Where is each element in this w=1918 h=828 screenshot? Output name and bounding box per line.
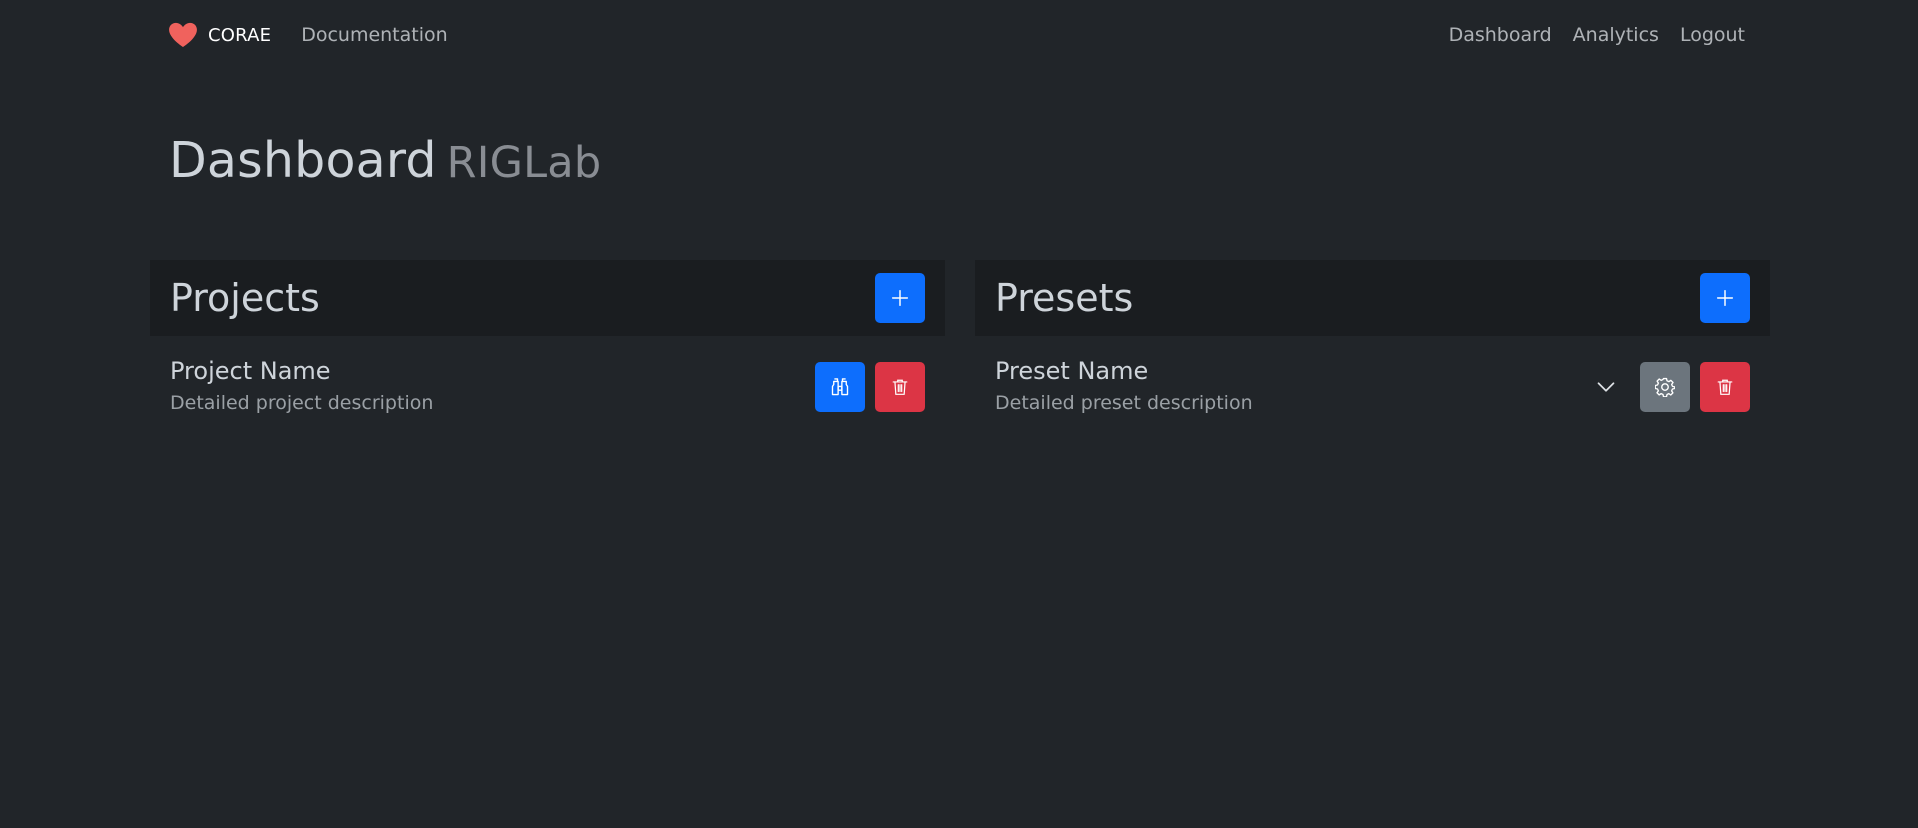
nav-link-analytics[interactable]: Analytics [1573,24,1659,46]
project-item-text: Project Name Detailed project descriptio… [170,356,433,418]
page-title: Dashboard RIGLab [169,132,1770,212]
nav-link-documentation[interactable]: Documentation [301,24,447,46]
presets-header: Presets [975,260,1770,336]
presets-panel: Presets Preset Name Detailed preset desc… [975,260,1770,418]
gear-icon [1655,377,1675,397]
panels: Projects Project Name Detailed project d… [150,260,1770,418]
project-actions [815,362,925,412]
heart-icon [169,22,197,48]
delete-project-button[interactable] [875,362,925,412]
page-title-text: Dashboard [169,132,437,189]
projects-title: Projects [170,276,320,320]
view-project-button[interactable] [815,362,865,412]
plus-icon [891,289,909,307]
nav-link-dashboard[interactable]: Dashboard [1449,24,1552,46]
brand-link[interactable]: CORAE [168,22,271,48]
project-list-item: Project Name Detailed project descriptio… [150,336,945,418]
trash-icon [892,379,908,395]
plus-icon [1716,289,1734,307]
preset-settings-button[interactable] [1640,362,1690,412]
app-container: CORAE Documentation Dashboard Analytics … [150,0,1770,418]
preset-item-text: Preset Name Detailed preset description [995,356,1253,418]
page-subtitle: RIGLab [446,138,602,188]
add-preset-button[interactable] [1700,273,1750,323]
nav-left: CORAE Documentation [150,22,448,48]
delete-preset-button[interactable] [1700,362,1750,412]
preset-list-item: Preset Name Detailed preset description [975,336,1770,418]
binoculars-icon [831,378,849,396]
projects-panel: Projects Project Name Detailed project d… [150,260,945,418]
presets-title: Presets [995,276,1134,320]
add-project-button[interactable] [875,273,925,323]
brand-name: CORAE [208,24,272,46]
chevron-down-icon[interactable] [1596,377,1616,397]
nav-link-logout[interactable]: Logout [1680,24,1745,46]
preset-description: Detailed preset description [995,392,1253,414]
nav-right: Dashboard Analytics Logout [1428,24,1745,46]
navbar: CORAE Documentation Dashboard Analytics … [150,0,1770,70]
projects-header: Projects [150,260,945,336]
preset-name: Preset Name [995,357,1149,385]
preset-actions [1596,362,1750,412]
project-description: Detailed project description [170,392,434,414]
project-name: Project Name [170,357,331,385]
trash-icon [1717,379,1733,395]
